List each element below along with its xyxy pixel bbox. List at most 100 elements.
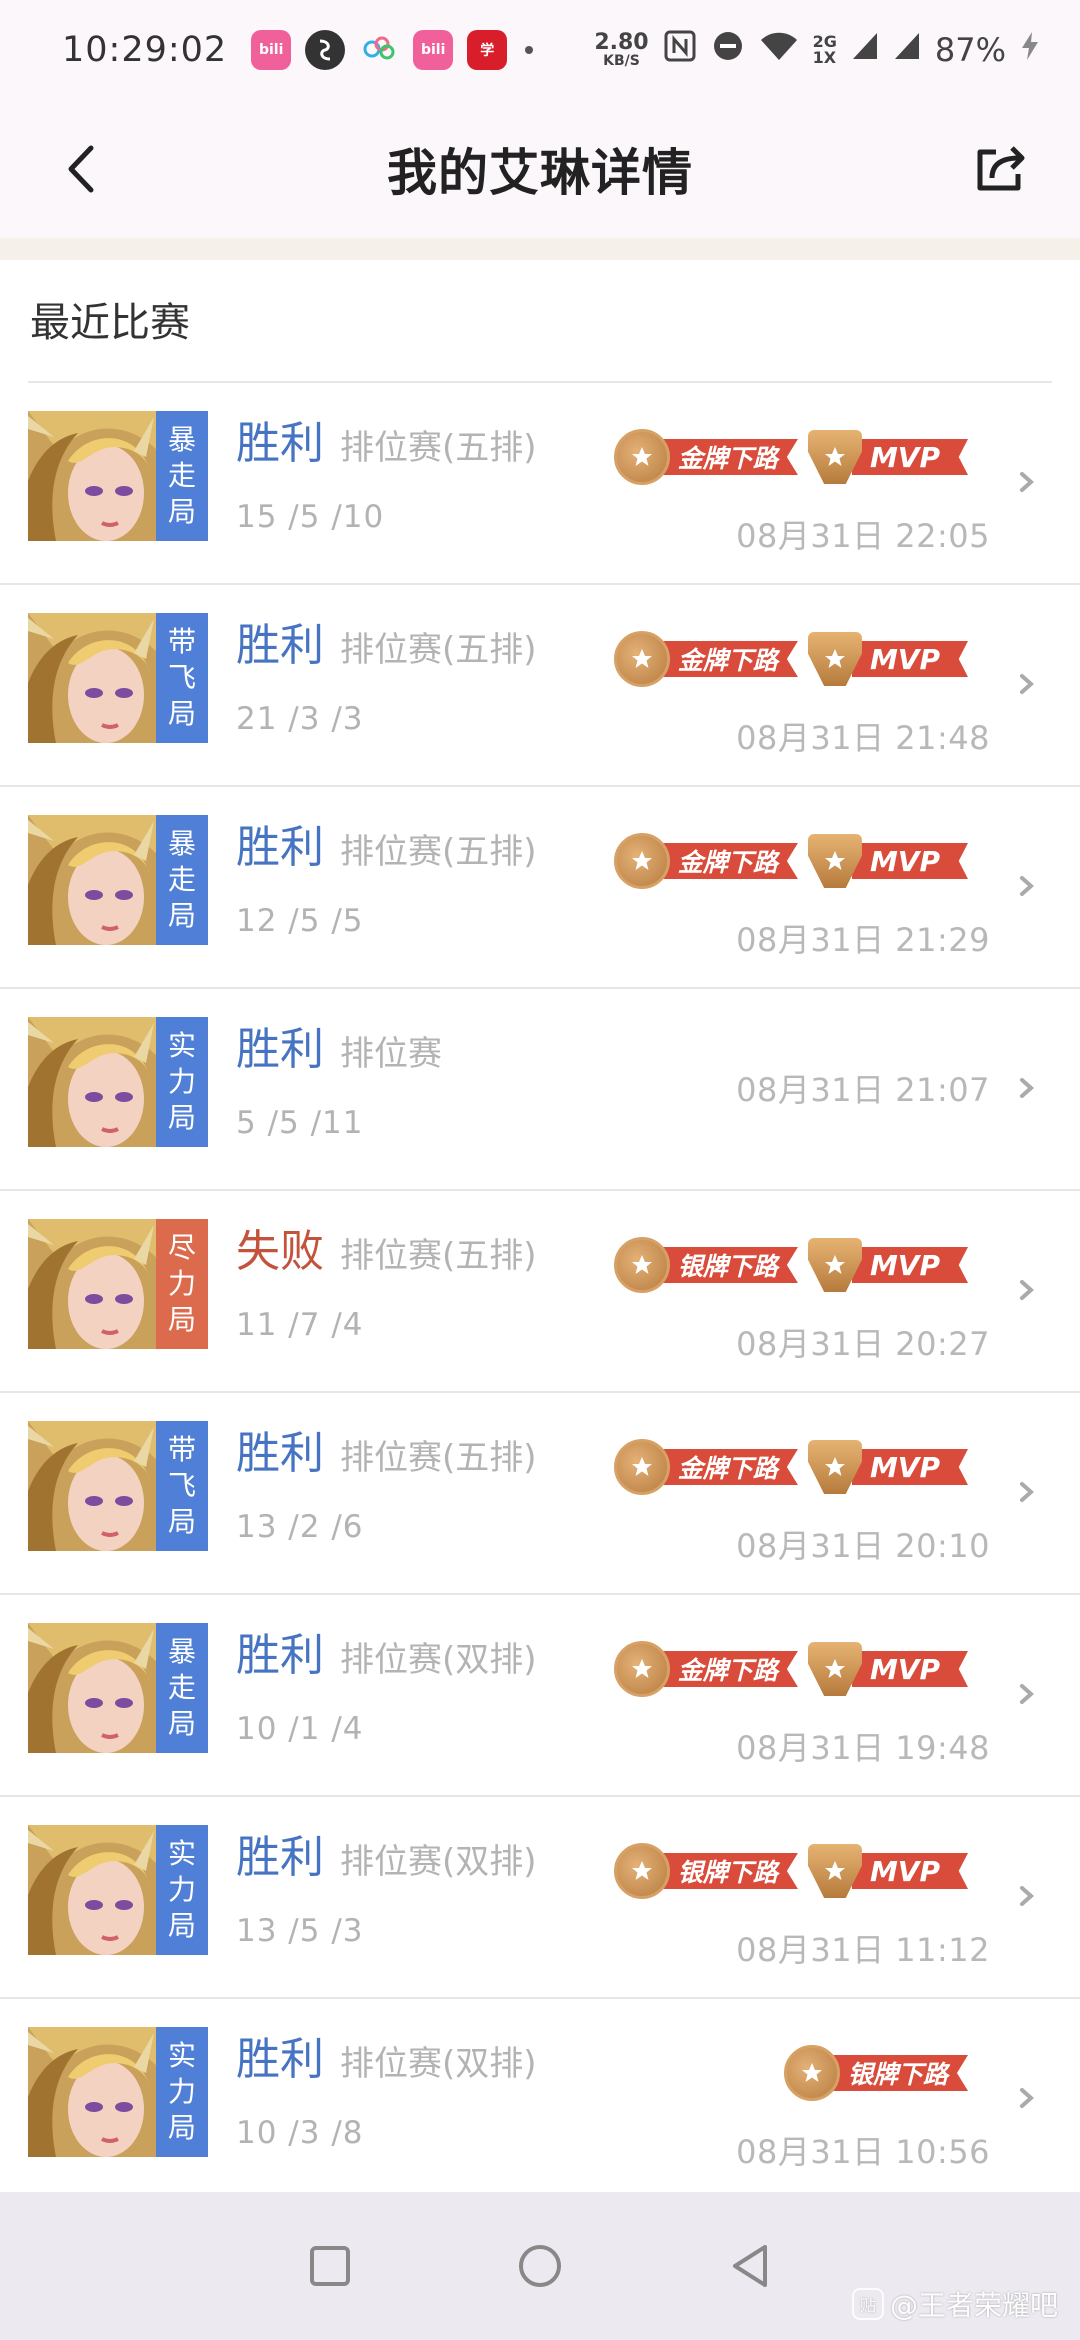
match-result: 失败 — [236, 1226, 324, 1277]
match-kda: 21 /3 /3 — [236, 701, 364, 737]
badge-area: 金牌下路 MVP — [613, 1435, 968, 1499]
chevron-right-icon — [1012, 1073, 1042, 1103]
back-nav-button[interactable] — [720, 2236, 780, 2296]
share-button[interactable] — [968, 136, 1034, 202]
badge-label: 金牌下路 — [659, 1651, 798, 1687]
match-time: 08月31日 20:10 — [736, 1527, 990, 1565]
match-type-char: 力 — [167, 1267, 196, 1300]
recent-apps-button[interactable] — [300, 2236, 360, 2296]
net-speed: 2.80 KB/S — [594, 32, 648, 69]
circle-app-icon — [305, 30, 346, 70]
match-result: 胜利 — [236, 1428, 324, 1479]
match-row[interactable]: 带飞局胜利 排位赛(五排) 21 /3 /3 金牌下路 MVP 08月31日 21:48 — [0, 585, 1080, 787]
hero-avatar — [28, 1825, 158, 1955]
badge-area: 金牌下路 MVP — [613, 425, 968, 489]
header-divider — [0, 238, 1080, 260]
badge-label: MVP — [851, 439, 968, 475]
badge-area: 银牌下路 MVP — [613, 1839, 968, 1903]
match-time: 08月31日 22:05 — [736, 517, 990, 555]
match-time: 08月31日 20:27 — [736, 1325, 990, 1363]
chevron-right-icon — [1012, 1275, 1042, 1305]
match-row[interactable]: 实力局胜利 排位赛 5 /5 /11 08月31日 21:07 — [0, 989, 1080, 1191]
match-row[interactable]: 尽力局失败 排位赛(五排) 11 /7 /4 银牌下路 MVP 08月31日 20:27 — [0, 1191, 1080, 1393]
badge-label: MVP — [851, 1651, 968, 1687]
charging-icon — [1020, 30, 1040, 71]
badge-label: 金牌下路 — [659, 641, 798, 677]
match-result: 胜利 — [236, 822, 324, 873]
match-type-char: 走 — [167, 863, 196, 896]
trophy-icon — [807, 1642, 862, 1696]
square-icon — [310, 2246, 350, 2286]
match-result: 胜利 — [236, 1024, 324, 1075]
nfc-icon — [663, 29, 697, 72]
match-time: 08月31日 21:07 — [736, 1071, 990, 1109]
match-type-tag: 实力局 — [156, 1825, 208, 1955]
match-row[interactable]: 实力局胜利 排位赛(双排) 10 /3 /8 银牌下路 08月31日 10:56 — [0, 1999, 1080, 2201]
badge-label: 金牌下路 — [659, 439, 798, 475]
position-medal-badge: 金牌下路 — [613, 833, 798, 889]
match-type-char: 力 — [167, 2075, 196, 2108]
net-speed-unit: KB/S — [603, 53, 640, 69]
trophy-icon — [807, 834, 862, 888]
match-type-char: 局 — [167, 1303, 196, 1336]
watermark-logo-icon: 贴 — [851, 2288, 884, 2320]
signal-type-bottom: 1X — [812, 48, 837, 67]
status-app-icons: bili bili 学 — [251, 30, 508, 70]
position-medal-badge: 银牌下路 — [613, 1843, 798, 1899]
match-type-char: 飞 — [167, 1469, 196, 1502]
hero-avatar — [28, 2027, 158, 2157]
hero-avatar — [28, 1017, 158, 1147]
match-row[interactable]: 暴走局胜利 排位赛(双排) 10 /1 /4 金牌下路 MVP 08月31日 19:48 — [0, 1595, 1080, 1797]
battery-percent: 87% — [934, 31, 1006, 69]
hero-avatar — [28, 1623, 158, 1753]
hero-avatar — [28, 1421, 158, 1551]
badge-label: MVP — [851, 641, 968, 677]
back-button[interactable] — [50, 134, 110, 204]
page-title: 我的艾琳详情 — [387, 144, 693, 202]
match-type-char: 局 — [167, 2111, 196, 2144]
match-kda: 10 /1 /4 — [236, 1711, 364, 1747]
position-medal-badge: 银牌下路 — [613, 1237, 798, 1293]
badge-label: 银牌下路 — [659, 1853, 798, 1889]
match-result: 胜利 — [236, 2034, 324, 2085]
match-time: 08月31日 21:48 — [736, 719, 990, 757]
match-type-char: 暴 — [167, 1635, 196, 1668]
chevron-right-icon — [1012, 871, 1042, 901]
hero-avatar — [28, 1219, 158, 1349]
chevron-right-icon — [1012, 1477, 1042, 1507]
match-result: 胜利 — [236, 418, 324, 469]
match-type-char: 走 — [167, 459, 196, 492]
signal-icon — [851, 30, 879, 70]
medal-icon — [613, 1439, 670, 1495]
match-type-char: 走 — [167, 1671, 196, 1704]
status-indicators: 2.80 KB/S 2G 1X 87% — [594, 29, 1040, 72]
match-mode: 排位赛(五排) — [340, 1438, 537, 1478]
medal-icon — [613, 429, 670, 485]
match-row[interactable]: 暴走局胜利 排位赛(五排) 12 /5 /5 金牌下路 MVP 08月31日 21:29 — [0, 787, 1080, 989]
trophy-icon — [807, 430, 862, 484]
match-mode: 排位赛(五排) — [340, 1236, 537, 1276]
match-kda: 13 /2 /6 — [236, 1509, 364, 1545]
match-type-char: 局 — [167, 1505, 196, 1538]
match-kda: 11 /7 /4 — [236, 1307, 364, 1343]
match-type-tag: 暴走局 — [156, 1623, 208, 1753]
match-mode: 排位赛(五排) — [340, 428, 537, 468]
match-type-tag: 暴走局 — [156, 815, 208, 945]
match-type-char: 暴 — [167, 423, 196, 456]
match-row[interactable]: 暴走局胜利 排位赛(五排) 15 /5 /10 金牌下路 MVP 08月31日 22:05 — [0, 383, 1080, 585]
mvp-badge: MVP — [807, 430, 968, 484]
badge-area: 金牌下路 MVP — [613, 627, 968, 691]
match-row[interactable]: 带飞局胜利 排位赛(五排) 13 /2 /6 金牌下路 MVP 08月31日 20:10 — [0, 1393, 1080, 1595]
trophy-icon — [807, 1238, 862, 1292]
status-bar: 10:29:02 bili bili 学 2.80 KB/S 2G 1X 87% — [0, 0, 1080, 100]
home-button[interactable] — [510, 2236, 570, 2296]
match-mode: 排位赛(双排) — [340, 1640, 537, 1680]
match-row[interactable]: 实力局胜利 排位赛(双排) 13 /5 /3 银牌下路 MVP 08月31日 11:12 — [0, 1797, 1080, 1999]
medal-icon — [613, 1237, 670, 1293]
triangle-back-icon — [733, 2245, 767, 2287]
wifi-icon — [759, 30, 799, 71]
badge-area: 金牌下路 MVP — [613, 1637, 968, 1701]
hero-avatar — [28, 815, 158, 945]
hero-avatar — [28, 613, 158, 743]
match-result: 胜利 — [236, 1630, 324, 1681]
